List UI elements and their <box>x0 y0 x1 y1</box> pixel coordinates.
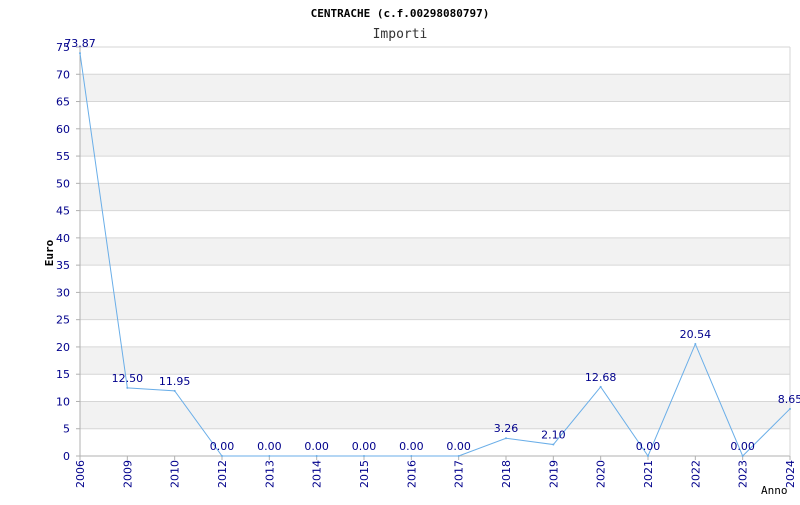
x-tick-label: 2013 <box>263 460 276 488</box>
data-label: 8.65 <box>778 393 800 406</box>
chart-title: CENTRACHE (c.f.00298080797) <box>311 7 490 20</box>
data-label: 12.50 <box>112 372 144 385</box>
data-point <box>126 386 129 389</box>
data-label: 0.00 <box>210 440 235 453</box>
y-tick-label: 10 <box>56 395 70 408</box>
data-label: 73.87 <box>64 37 96 50</box>
x-tick-label: 2019 <box>547 460 560 488</box>
x-tick-label: 2016 <box>405 460 418 488</box>
y-tick-label: 65 <box>56 96 70 109</box>
x-axis-label: Anno <box>761 484 788 497</box>
y-axis-label: Euro <box>43 239 56 266</box>
y-tick-label: 20 <box>56 341 70 354</box>
data-point <box>221 455 223 457</box>
chart: 0 5 10 15 20 25 30 35 40 45 50 55 60 65 70 75 2006 2009 2… <box>0 0 800 500</box>
y-tick-label: 30 <box>56 286 70 299</box>
data-label: 0.00 <box>446 440 471 453</box>
x-tick-label: 2015 <box>358 460 371 488</box>
plot-band <box>80 292 790 320</box>
data-label: 11.95 <box>159 375 191 388</box>
chart-subtitle: Importi <box>373 27 428 42</box>
data-point <box>505 437 507 440</box>
y-tick-label: 70 <box>56 68 70 81</box>
data-point <box>552 443 555 446</box>
y-tick-label: 15 <box>56 368 70 381</box>
data-label: 20.54 <box>680 328 712 341</box>
data-point <box>268 455 271 457</box>
plot-band <box>80 237 790 266</box>
data-label: 12.68 <box>585 371 617 384</box>
x-tick-label: 2006 <box>74 460 87 488</box>
data-point <box>173 389 176 392</box>
y-tick-label: 45 <box>56 205 70 218</box>
x-tick-label: 2022 <box>689 460 702 488</box>
x-tick-labels: 2006 2009 2010 2012 2013 2014 2015 2016 2017 2018… <box>74 456 797 488</box>
x-tick-label: 2018 <box>500 460 513 488</box>
x-tick-label: 2014 <box>311 460 324 488</box>
y-tick-labels: 051015202530354045505560657075 <box>56 41 70 463</box>
plot-band <box>80 401 790 429</box>
x-tick-label: 2009 <box>121 460 134 488</box>
data-label: 0.00 <box>352 440 377 453</box>
data-point <box>599 385 602 388</box>
data-point <box>741 455 744 457</box>
data-point <box>79 52 81 55</box>
y-tick-label: 40 <box>56 232 70 245</box>
data-label: 0.00 <box>304 440 329 453</box>
plot-band <box>80 128 790 157</box>
data-point <box>457 455 460 457</box>
y-tick-label: 25 <box>56 314 70 327</box>
x-tick-label: 2010 <box>169 460 182 488</box>
data-label: 3.26 <box>494 422 519 435</box>
y-tick-label: 55 <box>56 150 70 163</box>
data-point <box>363 455 365 457</box>
data-point <box>410 455 413 457</box>
data-point <box>315 455 318 457</box>
y-tick-label: 0 <box>63 450 70 463</box>
data-point <box>789 407 791 410</box>
y-tick-label: 35 <box>56 259 70 272</box>
x-tick-label: 2021 <box>642 460 655 488</box>
data-label: 2.10 <box>541 429 566 442</box>
y-tick-label: 50 <box>56 177 70 190</box>
plot-band <box>80 183 790 211</box>
x-tick-label: 2023 <box>737 460 750 488</box>
plot-band <box>80 346 790 375</box>
line-chart: 051015202530354045505560657075 2006 2009 2… <box>43 7 800 497</box>
data-label: 0.00 <box>257 440 282 453</box>
y-tick-label: 5 <box>63 423 70 436</box>
data-point <box>647 455 649 457</box>
data-label: 0.00 <box>636 440 661 453</box>
y-tick-label: 60 <box>56 123 70 136</box>
x-tick-label: 2012 <box>216 460 229 488</box>
x-tick-label: 2017 <box>453 460 466 488</box>
plot-band <box>80 74 790 102</box>
data-label: 0.00 <box>399 440 424 453</box>
data-point <box>694 342 697 345</box>
x-tick-label: 2020 <box>595 460 608 488</box>
data-label: 0.00 <box>730 440 755 453</box>
